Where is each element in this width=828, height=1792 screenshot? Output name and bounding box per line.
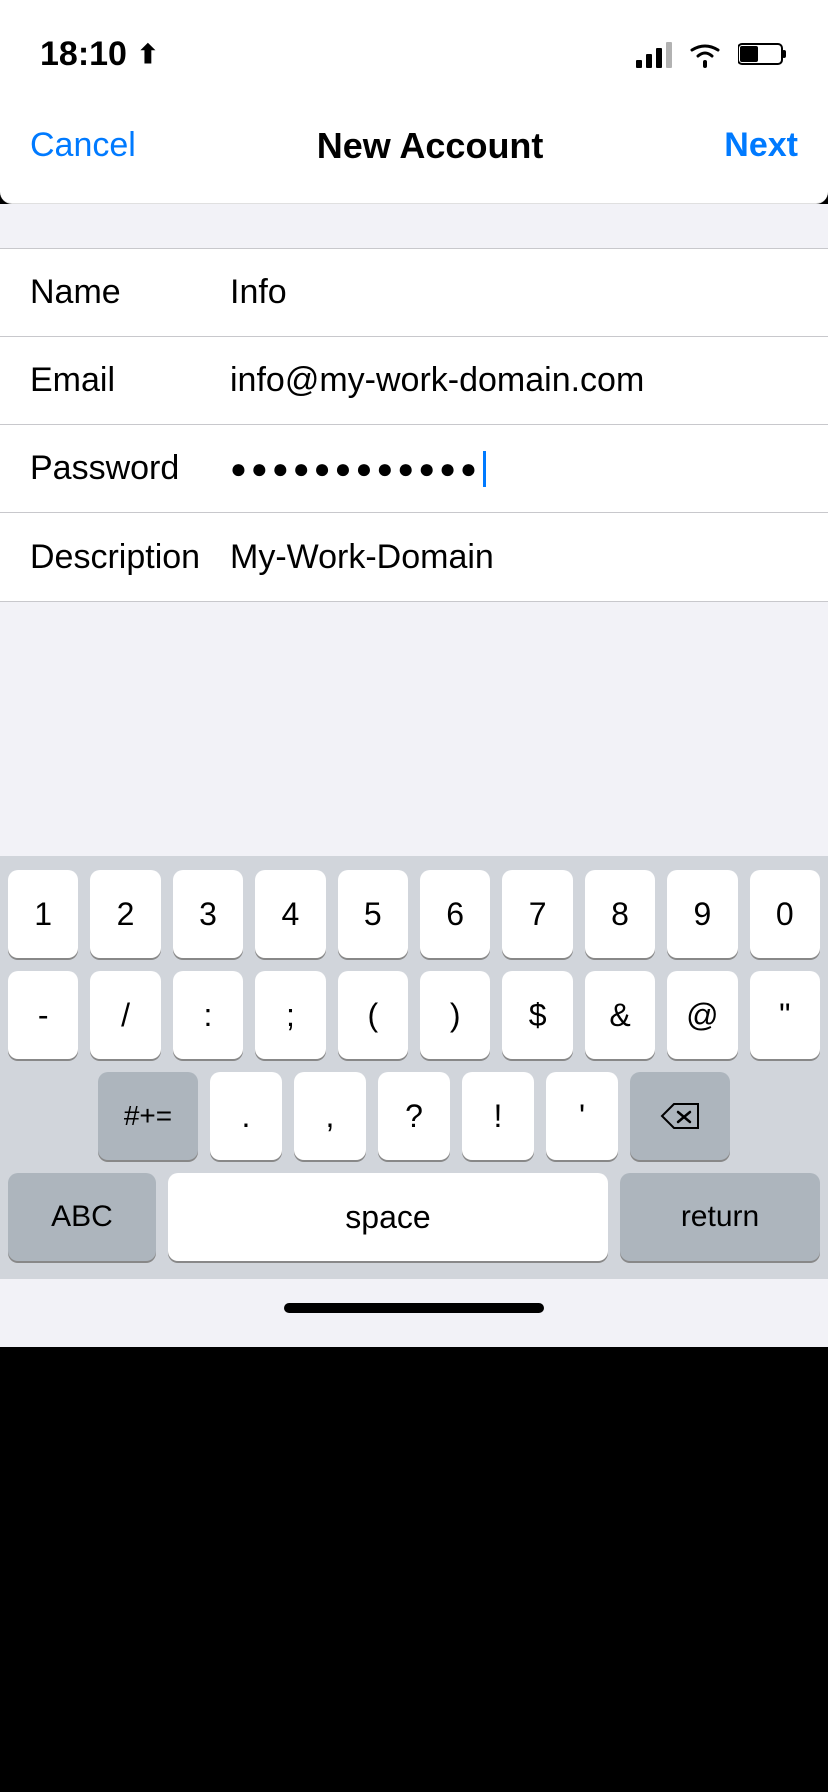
key-dquote[interactable]: " bbox=[750, 971, 820, 1059]
key-dollar[interactable]: $ bbox=[502, 971, 572, 1059]
key-exclaim[interactable]: ! bbox=[462, 1072, 534, 1160]
wifi-icon bbox=[686, 40, 724, 68]
time-display: 18:10 bbox=[40, 35, 127, 74]
password-label: Password bbox=[30, 449, 230, 488]
key-slash[interactable]: / bbox=[90, 971, 160, 1059]
key-0[interactable]: 0 bbox=[750, 870, 820, 958]
signal-icon bbox=[636, 40, 672, 68]
next-button[interactable]: Next bbox=[724, 126, 798, 165]
status-time: 18:10 ⬆ bbox=[40, 35, 159, 74]
status-bar: 18:10 ⬆ bbox=[0, 0, 828, 88]
key-colon[interactable]: : bbox=[173, 971, 243, 1059]
backspace-icon bbox=[658, 1100, 702, 1132]
key-1[interactable]: 1 bbox=[8, 870, 78, 958]
key-3[interactable]: 3 bbox=[173, 870, 243, 958]
form-row-email: Email info@my-work-domain.com bbox=[0, 337, 828, 425]
key-period[interactable]: . bbox=[210, 1072, 282, 1160]
key-space[interactable]: space bbox=[168, 1173, 608, 1261]
home-indicator-area bbox=[0, 1279, 828, 1347]
key-return[interactable]: return bbox=[620, 1173, 820, 1261]
key-dash[interactable]: - bbox=[8, 971, 78, 1059]
password-value[interactable]: ●●●●●●●●●●●● bbox=[230, 451, 798, 487]
cancel-button[interactable]: Cancel bbox=[30, 126, 136, 165]
key-2[interactable]: 2 bbox=[90, 870, 160, 958]
key-hashtag-mode[interactable]: #+= bbox=[98, 1072, 198, 1160]
name-label: Name bbox=[30, 273, 230, 312]
empty-area bbox=[0, 602, 828, 856]
key-apostrophe[interactable]: ' bbox=[546, 1072, 618, 1160]
keyboard-row-symbols: - / : ; ( ) $ & @ " bbox=[8, 971, 820, 1059]
description-label: Description bbox=[30, 538, 230, 577]
key-rparen[interactable]: ) bbox=[420, 971, 490, 1059]
key-comma[interactable]: , bbox=[294, 1072, 366, 1160]
keyboard-row-numbers: 1 2 3 4 5 6 7 8 9 0 bbox=[8, 870, 820, 958]
form-row-password: Password ●●●●●●●●●●●● bbox=[0, 425, 828, 513]
location-arrow-icon: ⬆ bbox=[137, 39, 159, 70]
name-value[interactable]: Info bbox=[230, 273, 798, 312]
key-8[interactable]: 8 bbox=[585, 870, 655, 958]
key-ampersand[interactable]: & bbox=[585, 971, 655, 1059]
page-title: New Account bbox=[317, 125, 544, 167]
description-value[interactable]: My-Work-Domain bbox=[230, 538, 798, 577]
key-5[interactable]: 5 bbox=[338, 870, 408, 958]
key-7[interactable]: 7 bbox=[502, 870, 572, 958]
form-row-description: Description My-Work-Domain bbox=[0, 513, 828, 601]
key-4[interactable]: 4 bbox=[255, 870, 325, 958]
status-icons bbox=[636, 40, 788, 68]
keyboard-row-special: #+= . , ? ! ' bbox=[8, 1072, 820, 1160]
backspace-key[interactable] bbox=[630, 1072, 730, 1160]
key-question[interactable]: ? bbox=[378, 1072, 450, 1160]
keyboard: 1 2 3 4 5 6 7 8 9 0 - / : ; ( ) $ & @ " … bbox=[0, 856, 828, 1279]
text-cursor bbox=[483, 451, 486, 487]
email-label: Email bbox=[30, 361, 230, 400]
form-row-name: Name Info bbox=[0, 249, 828, 337]
key-lparen[interactable]: ( bbox=[338, 971, 408, 1059]
key-9[interactable]: 9 bbox=[667, 870, 737, 958]
nav-bar: Cancel New Account Next bbox=[0, 88, 828, 204]
key-6[interactable]: 6 bbox=[420, 870, 490, 958]
key-abc[interactable]: ABC bbox=[8, 1173, 156, 1261]
form-spacer-top bbox=[0, 204, 828, 248]
keyboard-row-bottom: ABC space return bbox=[8, 1173, 820, 1261]
home-indicator bbox=[284, 1303, 544, 1313]
email-value[interactable]: info@my-work-domain.com bbox=[230, 361, 798, 400]
battery-icon bbox=[738, 41, 788, 67]
account-form: Name Info Email info@my-work-domain.com … bbox=[0, 248, 828, 602]
key-semicolon[interactable]: ; bbox=[255, 971, 325, 1059]
key-at[interactable]: @ bbox=[667, 971, 737, 1059]
